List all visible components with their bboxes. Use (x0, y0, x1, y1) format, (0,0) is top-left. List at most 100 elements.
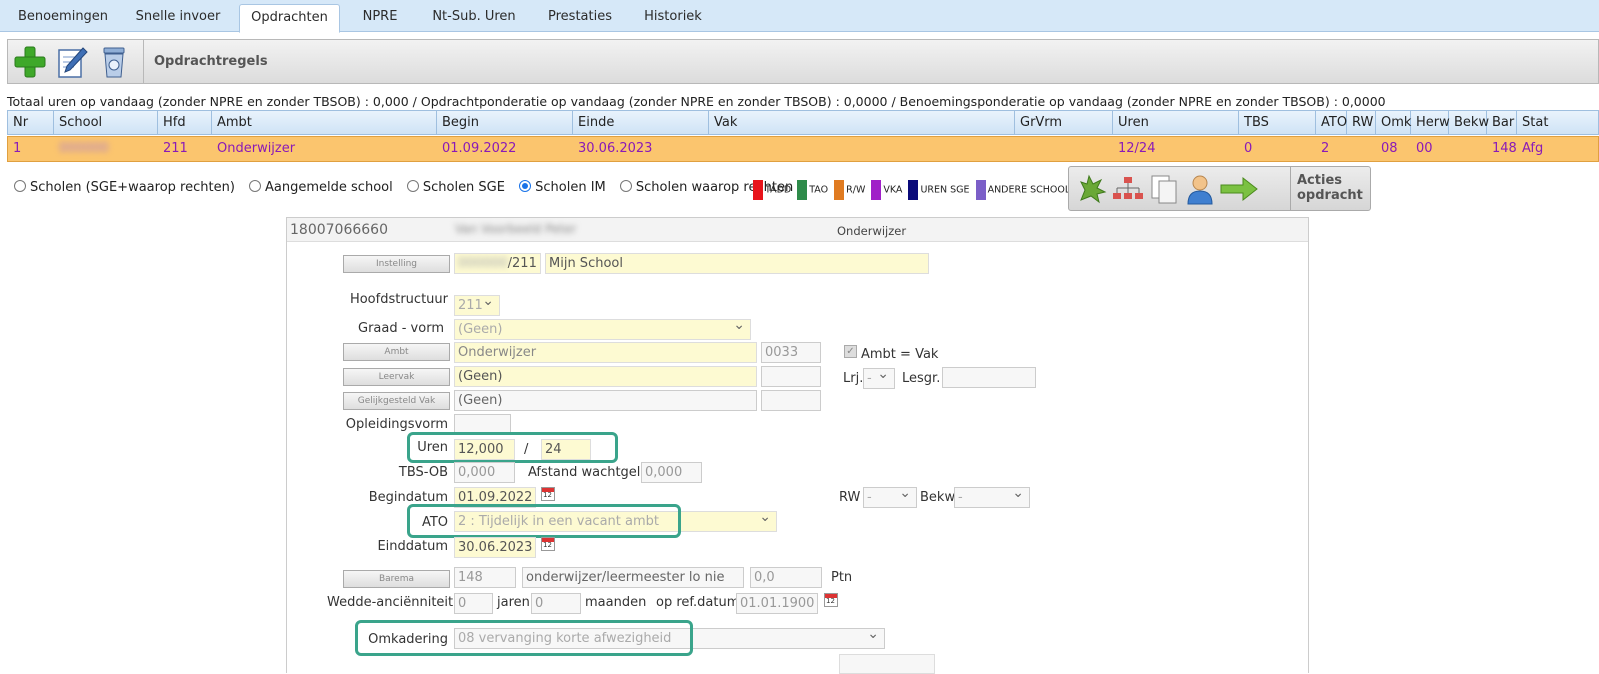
org-chart-icon[interactable] (1111, 172, 1145, 206)
calendar-icon[interactable]: 12 (541, 487, 555, 501)
lesgr-field[interactable] (942, 367, 1036, 388)
calendar-icon[interactable]: 12 (541, 537, 555, 551)
legend-label: R/W (846, 184, 866, 196)
radio-label: Scholen (SGE+waarop rechten) (30, 180, 235, 195)
col-begin[interactable]: Begin (437, 111, 573, 134)
leervak-button[interactable]: Leervak (343, 368, 450, 386)
col-rw[interactable]: RW (1347, 111, 1376, 134)
col-omk[interactable]: Omk (1376, 111, 1411, 134)
col-herw[interactable]: Herw (1411, 111, 1450, 134)
cell-ambt: Onderwijzer (217, 141, 296, 156)
barema-ptn-field[interactable]: 0,0 (750, 567, 822, 588)
col-bar[interactable]: Bar (1487, 111, 1517, 134)
highlight-omkadering (355, 620, 693, 656)
cell-einde: 30.06.2023 (578, 141, 653, 156)
instelling-code-field[interactable]: 000000/211 (454, 253, 541, 274)
barema-code-field[interactable]: 148 (454, 567, 516, 588)
radio-scholen-sge[interactable]: Scholen SGE (406, 180, 505, 195)
graad-vorm-select[interactable]: (Geen) (454, 319, 751, 340)
radio-label: Scholen IM (535, 180, 606, 195)
legend-swatch-rw (834, 180, 845, 200)
tab-prestaties[interactable]: Prestaties (535, 4, 625, 32)
radio-scholen-im[interactable]: Scholen IM (519, 180, 606, 195)
ambt-vak-checkbox[interactable]: ✓ (844, 345, 857, 358)
col-ambt[interactable]: Ambt (212, 111, 437, 134)
ambt-vak-label: Ambt = Vak (861, 347, 939, 362)
arrow-right-icon[interactable] (1219, 172, 1259, 206)
legend-label: TADD (765, 184, 792, 196)
tbs-ob-label: TBS-OB (398, 465, 448, 480)
legend-label: TAO (809, 184, 829, 196)
wedde-maanden-field[interactable]: 0 (531, 593, 581, 614)
calendar-icon[interactable]: 12 (824, 593, 838, 607)
col-uren[interactable]: Uren (1113, 111, 1239, 134)
col-school[interactable]: School (54, 111, 158, 134)
tab-npre[interactable]: NPRE (346, 4, 414, 32)
hoofdstructuur-select[interactable]: 211 (454, 295, 500, 316)
col-stat[interactable]: Stat (1517, 111, 1599, 134)
bekw-select[interactable]: - (954, 487, 1030, 508)
cell-begin: 01.09.2022 (442, 141, 517, 156)
plus-icon[interactable] (12, 44, 48, 80)
radio-scholen-sge-rechten[interactable]: Scholen (SGE+waarop rechten) (14, 180, 235, 195)
gelijkgesteld-vak-field[interactable]: (Geen) (454, 390, 757, 411)
radio-circle[interactable] (619, 180, 632, 192)
edit-icon[interactable] (54, 44, 90, 80)
col-vak[interactable]: Vak (709, 111, 1015, 134)
instelling-button[interactable]: Instelling (343, 255, 450, 273)
instelling-name-field[interactable]: Mijn School (545, 253, 929, 274)
actions-divider (1290, 167, 1291, 210)
color-legend: TADD TAO R/W VKA UREN SGE ANDERE SCHOOL (750, 180, 1070, 200)
afstand-wachtgeld-field[interactable]: 0,000 (641, 462, 702, 483)
leervak-field[interactable]: (Geen) (454, 366, 757, 387)
col-tbs[interactable]: TBS (1239, 111, 1316, 134)
ambt-button[interactable]: Ambt (343, 343, 450, 361)
tab-snelle-invoer[interactable]: Snelle invoer (120, 4, 236, 32)
col-grvrm[interactable]: GrVrm (1015, 111, 1113, 134)
table-row[interactable]: 1 000000 211 Onderwijzer 01.09.2022 30.0… (7, 136, 1599, 162)
copy-icon[interactable] (1147, 172, 1181, 206)
radio-circle-checked[interactable] (519, 180, 532, 192)
totals-summary: Totaal uren op vandaag (zonder NPRE en z… (7, 94, 1386, 109)
leervak-code-field[interactable] (761, 366, 821, 387)
col-hfd[interactable]: Hfd (158, 111, 212, 134)
einddatum-field[interactable]: 30.06.2023 (454, 537, 536, 558)
partial-radio-group[interactable] (839, 654, 935, 674)
tab-historiek[interactable]: Historiek (630, 4, 716, 32)
ambt-code-field[interactable]: 0033 (761, 342, 821, 363)
radio-aangemelde-school[interactable]: Aangemelde school (249, 180, 393, 195)
maanden-label: maanden (585, 595, 647, 610)
form-header: 18007066660 Van Voorbeeld Peter Onderwij… (287, 218, 1308, 242)
col-einde[interactable]: Einde (573, 111, 709, 134)
barema-button[interactable]: Barema (343, 570, 450, 588)
gelijkgesteld-vak-button[interactable]: Gelijkgesteld Vak (343, 392, 450, 410)
tab-benoemingen[interactable]: Benoemingen (8, 4, 118, 32)
tbs-ob-field[interactable]: 0,000 (454, 462, 515, 483)
ambt-field[interactable]: Onderwijzer (454, 342, 757, 363)
legend-swatch-vka (871, 180, 882, 200)
col-ato[interactable]: ATO (1316, 111, 1347, 134)
user-icon[interactable] (1183, 172, 1217, 206)
trash-icon[interactable] (96, 44, 132, 80)
col-bekw[interactable]: Bekw (1449, 111, 1489, 134)
gelijkgesteld-code-field[interactable] (761, 390, 821, 411)
flemish-lion-icon[interactable] (1075, 172, 1109, 206)
radio-circle[interactable] (249, 180, 262, 192)
lrj-select[interactable]: - (863, 368, 895, 389)
cell-bekw (1449, 137, 1454, 161)
ref-datum-field[interactable]: 01.01.1900 (736, 593, 818, 614)
tab-nt-sub-uren[interactable]: Nt-Sub. Uren (418, 4, 530, 32)
header-ambt: Onderwijzer (837, 224, 907, 238)
col-nr[interactable]: Nr (8, 111, 54, 134)
barema-desc-field[interactable]: onderwijzer/leermeester lo nie (522, 567, 744, 588)
cell-tbs: 0 (1244, 141, 1253, 156)
acties-opdracht-label[interactable]: Acties opdracht (1297, 173, 1363, 203)
graad-vorm-label: Graad - vorm (358, 321, 444, 336)
tab-opdrachten[interactable]: Opdrachten (239, 4, 340, 33)
opdracht-form-panel: 18007066660 Van Voorbeeld Peter Onderwij… (286, 217, 1309, 674)
acties-line1: Acties (1297, 173, 1342, 188)
rw-select[interactable]: - (863, 487, 917, 508)
radio-circle[interactable] (406, 180, 419, 192)
radio-circle[interactable] (14, 180, 26, 192)
wedde-jaren-field[interactable]: 0 (454, 593, 493, 614)
